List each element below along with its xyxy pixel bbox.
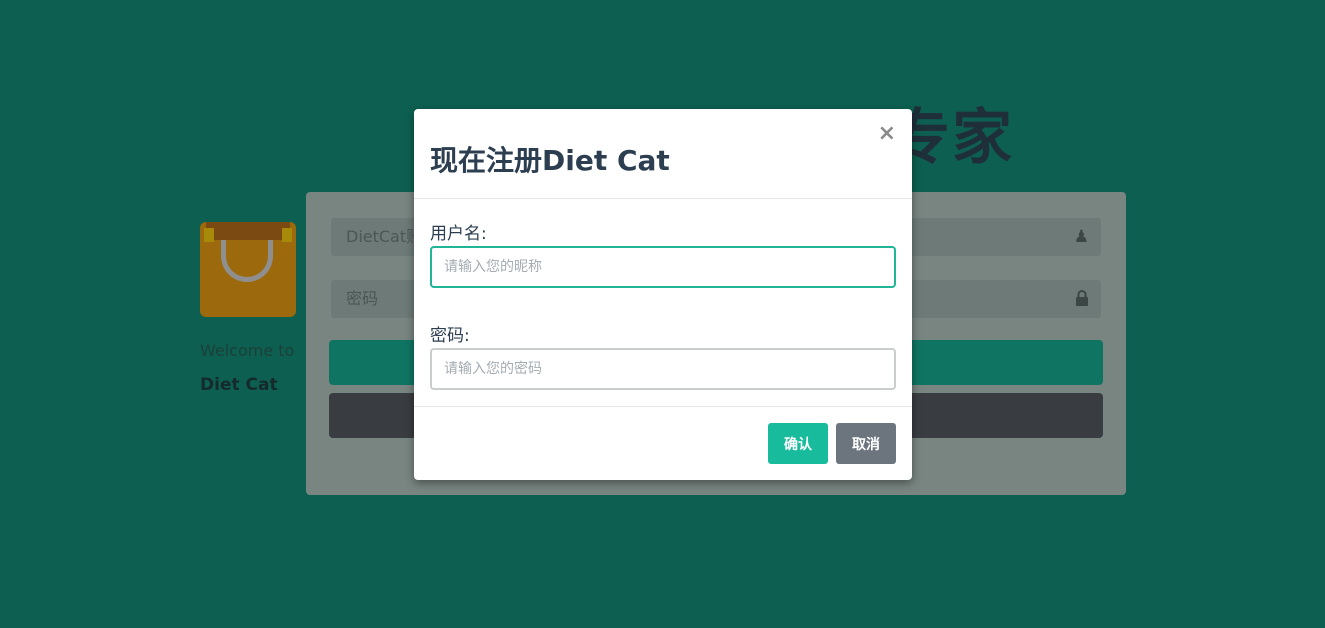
modal-title: 现在注册Diet Cat (430, 144, 670, 177)
username-label: 用户名: (430, 224, 487, 244)
password-label: 密码: (430, 326, 470, 346)
password-input[interactable] (430, 348, 896, 390)
close-icon[interactable]: × (878, 123, 896, 145)
cancel-button[interactable]: 取消 (836, 423, 896, 464)
username-input[interactable] (430, 246, 896, 288)
register-modal: 现在注册Diet Cat × 用户名: 密码: 确认 取消 (414, 109, 912, 480)
confirm-button[interactable]: 确认 (768, 423, 828, 464)
modal-footer: 确认 取消 (414, 406, 912, 480)
modal-header: 现在注册Diet Cat × (414, 109, 912, 199)
